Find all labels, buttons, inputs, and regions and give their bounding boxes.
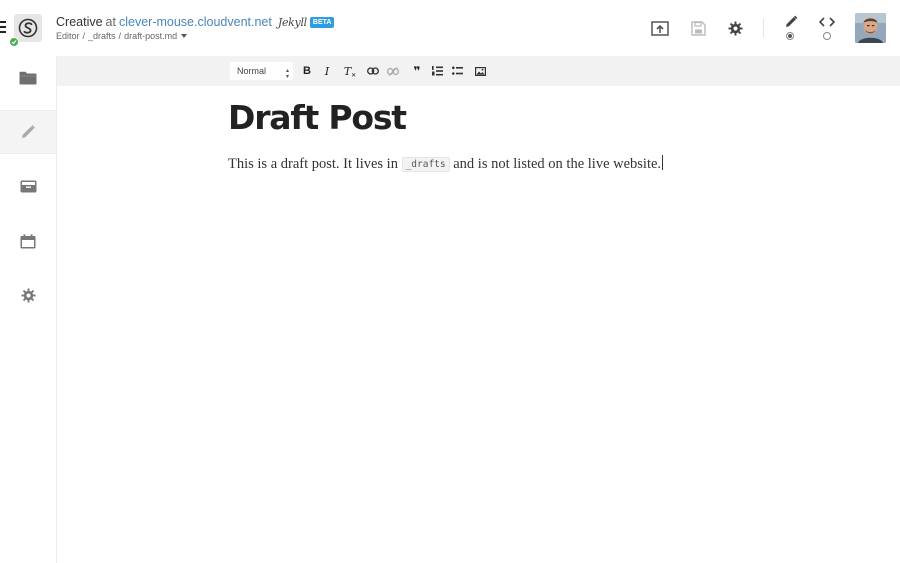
cloudcannon-logo-icon <box>18 18 38 38</box>
ordered-list-button[interactable] <box>430 64 444 78</box>
unordered-list-button[interactable] <box>450 64 464 78</box>
sidebar <box>0 56 57 563</box>
paragraph-style-select[interactable]: Normal ▴ ▾ <box>230 62 293 80</box>
breadcrumb-dropdown-icon[interactable] <box>181 34 188 38</box>
link-button[interactable] <box>366 64 380 78</box>
beta-badge: BETA <box>309 16 335 28</box>
format-toolbar: Normal ▴ ▾ B I T ✕ ❞ <box>57 56 900 86</box>
save-icon <box>690 20 706 36</box>
clear-format-button[interactable]: T ✕ <box>343 64 357 79</box>
jekyll-logo: Jekyll <box>277 15 307 29</box>
visual-editor-radio[interactable] <box>786 32 794 40</box>
code-icon <box>819 17 835 27</box>
sidebar-item-files[interactable] <box>0 56 56 100</box>
top-bar: Creative at clever-mouse.cloudvent.net J… <box>0 0 900 56</box>
folder-icon <box>19 71 37 85</box>
bold-button[interactable]: B <box>300 64 314 78</box>
publish-icon <box>651 20 669 36</box>
breadcrumb-drafts[interactable]: _drafts <box>88 31 116 41</box>
italic-icon: I <box>324 64 330 78</box>
site-host-link[interactable]: clever-mouse.cloudvent.net <box>119 15 272 29</box>
pencil-icon <box>786 15 798 27</box>
site-title: Creative at clever-mouse.cloudvent.net J… <box>56 15 335 29</box>
breadcrumb-editor[interactable]: Editor <box>56 31 80 41</box>
sidebar-item-editor[interactable] <box>0 110 56 154</box>
breadcrumb: Editor / _drafts / draft-post.md <box>56 31 188 41</box>
link-icon <box>367 67 379 75</box>
source-editor-button[interactable] <box>818 13 836 31</box>
unordered-list-icon <box>451 66 463 75</box>
settings-icon <box>727 20 743 36</box>
sidebar-item-schedule[interactable] <box>0 219 56 263</box>
visual-editor-button[interactable] <box>782 13 800 31</box>
sidebar-item-settings[interactable] <box>0 273 56 317</box>
ordered-list-icon <box>431 66 443 76</box>
site-logo[interactable] <box>14 14 42 42</box>
post-body[interactable]: This is a draft post. It lives in _draft… <box>228 155 664 173</box>
calendar-icon <box>20 233 36 248</box>
text-cursor <box>662 155 664 170</box>
body-text-start: This is a draft post. It lives in <box>228 156 402 172</box>
clear-format-icon: T <box>343 64 352 78</box>
post-title[interactable]: Draft Post <box>228 98 407 137</box>
toolbar-divider <box>763 19 764 37</box>
avatar[interactable] <box>855 13 886 43</box>
blockquote-button[interactable]: ❞ <box>410 64 424 78</box>
breadcrumb-file: draft-post.md <box>124 31 178 41</box>
site-name: Creative <box>56 15 103 29</box>
save-button[interactable] <box>689 19 707 37</box>
site-status-icon <box>9 37 19 47</box>
menu-icon[interactable] <box>0 21 6 35</box>
user-photo <box>855 13 886 43</box>
site-at-text: at <box>105 15 116 29</box>
body-text-end: and is not listed on the live website. <box>453 156 662 172</box>
gear-icon <box>20 287 36 303</box>
settings-button[interactable] <box>726 19 744 37</box>
publish-button[interactable] <box>651 19 669 37</box>
select-arrows-icon: ▴ ▾ <box>285 68 289 80</box>
image-icon <box>474 66 486 76</box>
source-editor-radio[interactable] <box>823 32 831 40</box>
image-button[interactable] <box>473 64 487 78</box>
unlink-button[interactable] <box>386 64 400 78</box>
bold-icon: B <box>303 65 311 77</box>
inbox-icon <box>20 180 36 192</box>
pencil-icon <box>22 125 35 138</box>
italic-button[interactable]: I <box>320 64 334 78</box>
inline-code: _drafts <box>401 157 450 172</box>
sidebar-item-collections[interactable] <box>0 164 56 208</box>
unlink-icon <box>387 66 399 76</box>
blockquote-icon: ❞ <box>413 64 421 78</box>
